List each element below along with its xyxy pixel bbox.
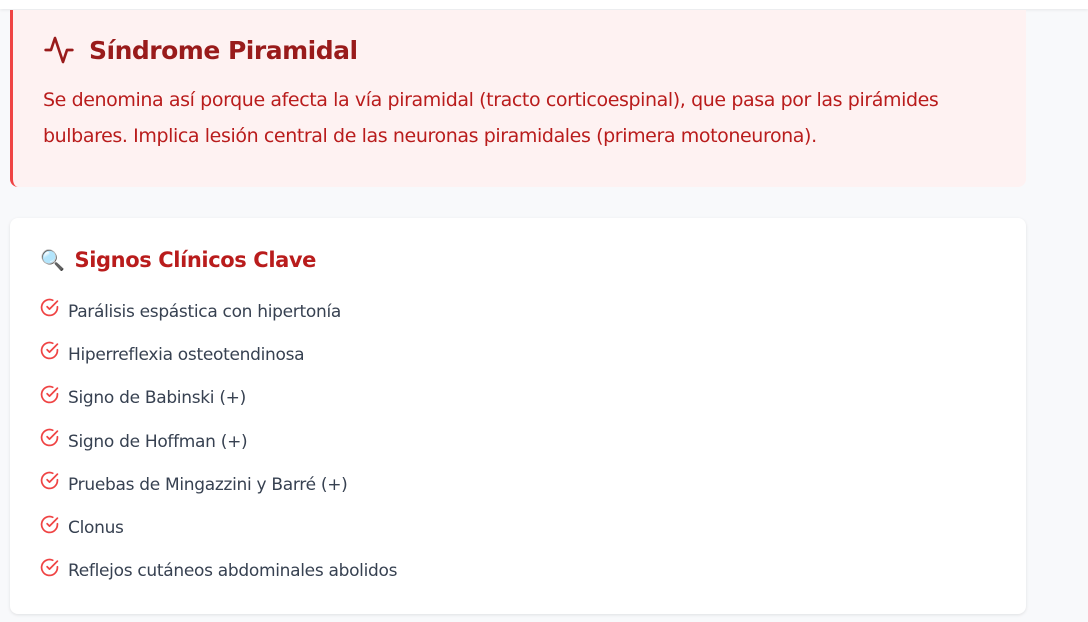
sign-label: Pruebas de Mingazzini y Barré (+): [68, 474, 348, 495]
list-item: Signo de Hoffman (+): [40, 420, 996, 463]
syndrome-alert: Síndrome Piramidal Se denomina así porqu…: [10, 10, 1026, 187]
sign-label: Signo de Hoffman (+): [68, 431, 248, 452]
magnifying-glass-icon: 🔍: [40, 248, 65, 272]
activity-pulse-icon: [44, 36, 74, 64]
list-item: Hiperreflexia osteotendinosa: [40, 333, 996, 376]
alert-description: Se denomina así porque afecta la vía pir…: [43, 89, 939, 147]
check-circle-icon: [40, 472, 59, 490]
check-circle-icon: [40, 558, 59, 577]
card-heading: 🔍 Signos Clínicos Clave: [40, 248, 996, 272]
clinical-signs-card: 🔍 Signos Clínicos Clave Parálisis espást…: [10, 218, 1026, 614]
alert-heading: Síndrome Piramidal: [43, 34, 996, 66]
sign-label: Hiperreflexia osteotendinosa: [68, 344, 305, 365]
top-bar: [0, 0, 1088, 9]
check-circle-icon: [40, 298, 59, 317]
check-circle-icon: [40, 428, 59, 447]
signs-list: Parálisis espástica con hipertonía Hiperr…: [40, 290, 996, 593]
card-title: Signos Clínicos Clave: [74, 248, 317, 272]
list-item: Pruebas de Mingazzini y Barré (+): [40, 463, 996, 506]
check-circle-icon: [40, 515, 59, 533]
list-item: Reflejos cutáneos abdominales abolidos: [40, 550, 996, 593]
sign-label: Parálisis espástica con hipertonía: [68, 301, 341, 322]
sign-label: Clonus: [68, 518, 124, 539]
list-item: Parálisis espástica con hipertonía: [40, 290, 996, 333]
list-item: Signo de Babinski (+): [40, 377, 996, 420]
sign-label: Signo de Babinski (+): [68, 388, 246, 409]
alert-title: Síndrome Piramidal: [89, 35, 358, 65]
check-circle-icon: [40, 385, 59, 403]
sign-label: Reflejos cutáneos abdominales abolidos: [68, 561, 398, 582]
check-circle-icon: [40, 342, 59, 360]
list-item: Clonus: [40, 506, 996, 549]
